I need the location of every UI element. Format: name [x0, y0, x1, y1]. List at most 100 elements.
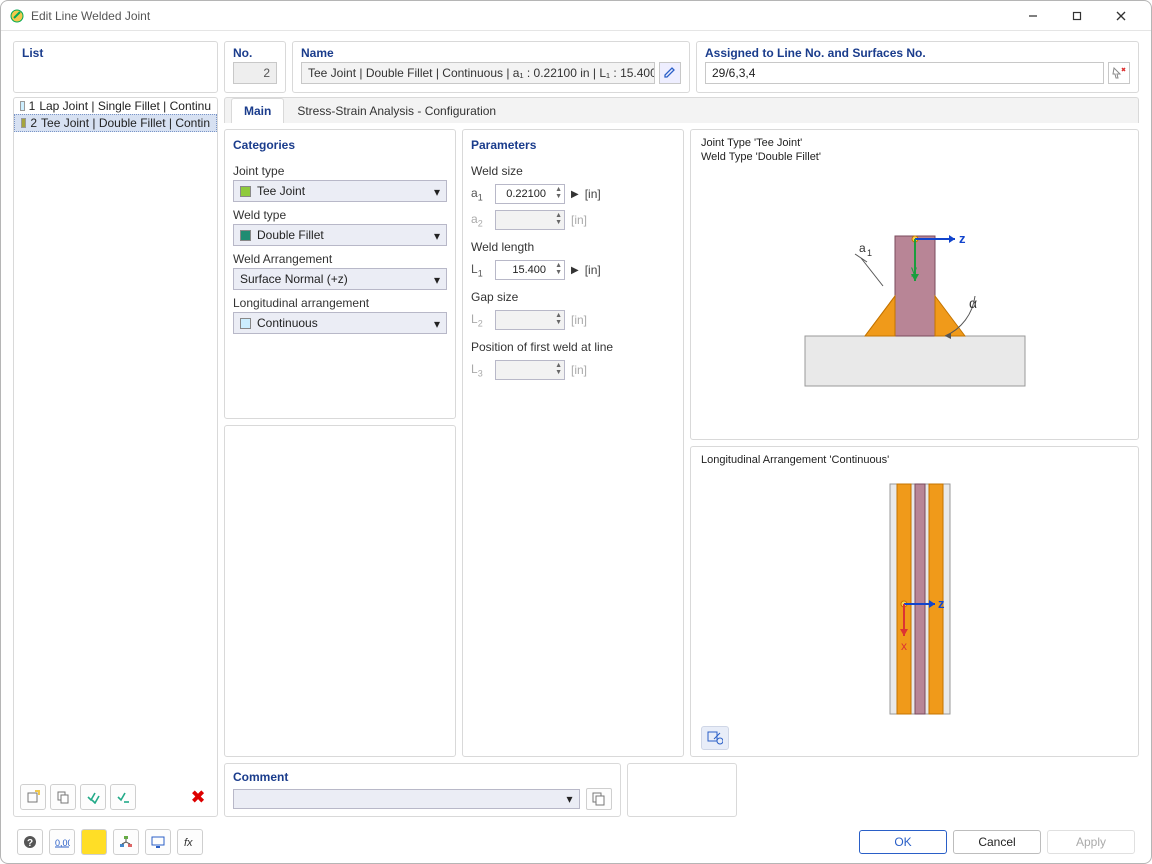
preview-settings-button[interactable] [701, 726, 729, 750]
apply-button[interactable]: Apply [1047, 830, 1135, 854]
pick-object-button[interactable] [1108, 62, 1130, 84]
cancel-button[interactable]: Cancel [953, 830, 1041, 854]
uncheck-button[interactable] [110, 784, 136, 810]
svg-text:z: z [959, 231, 966, 246]
assigned-field[interactable]: 29/6,3,4 [705, 62, 1104, 84]
weld-type-select[interactable]: Double Fillet ▾ [233, 224, 447, 246]
close-button[interactable] [1099, 2, 1143, 30]
L2-input: ▲▼ [495, 310, 565, 330]
spinner-arrows-icon: ▲▼ [555, 186, 562, 200]
list-header-label: List [14, 42, 217, 62]
delete-item-button[interactable]: ✖ [185, 784, 211, 810]
list-footer: ✖ [14, 778, 217, 816]
position-first-weld-label: Position of first weld at line [471, 340, 675, 354]
svg-text:?: ? [27, 838, 33, 849]
continuous-diagram: z x [805, 474, 1025, 724]
maximize-button[interactable] [1055, 2, 1099, 30]
spinner-arrows-icon: ▲▼ [555, 262, 562, 276]
weld-type-swatch [240, 230, 251, 241]
long-arrangement-select[interactable]: Continuous ▾ [233, 312, 447, 334]
app-icon [9, 8, 25, 24]
preview-longitudinal: Longitudinal Arrangement 'Continuous' [690, 446, 1139, 757]
no-field[interactable]: 2 [233, 62, 277, 84]
preview1-line1: Joint Type 'Tee Joint' [701, 137, 802, 149]
copy-item-button[interactable] [50, 784, 76, 810]
joint-list[interactable]: 1 Lap Joint | Single Fillet | Continu 2 … [14, 98, 217, 778]
color-button[interactable] [81, 829, 107, 855]
list-item-text: Lap Joint | Single Fillet | Continu [39, 99, 211, 113]
tab-main[interactable]: Main [231, 98, 284, 123]
dialog-footer: ? 0,00 fx OK Cancel Apply [13, 823, 1139, 855]
units-button[interactable]: 0,00 [49, 829, 75, 855]
name-panel: Name Tee Joint | Double Fillet | Continu… [292, 41, 690, 93]
list-item-text: Tee Joint | Double Fillet | Contin [41, 116, 210, 130]
svg-text:z: z [938, 596, 945, 611]
tee-joint-diagram: a1 z y [765, 196, 1065, 406]
weld-type-label: Weld type [233, 208, 447, 222]
comment-panel: Comment ▾ [224, 763, 621, 817]
unit-in: [in] [571, 313, 587, 327]
parameters-title: Parameters [471, 138, 675, 152]
unit-in: [in] [585, 187, 601, 201]
a1-input[interactable]: 0.22100▲▼ [495, 184, 565, 204]
L2-label: L2 [471, 312, 489, 328]
title-bar: Edit Line Welded Joint [1, 1, 1151, 31]
play-icon[interactable]: ▶ [571, 265, 579, 276]
weld-arrangement-select[interactable]: Surface Normal (+z) ▾ [233, 268, 447, 290]
L1-input[interactable]: 15.400▲▼ [495, 260, 565, 280]
ok-button[interactable]: OK [859, 830, 947, 854]
comment-input[interactable]: ▾ [233, 789, 580, 809]
categories-title: Categories [233, 138, 447, 152]
weld-arrangement-value: Surface Normal (+z) [240, 272, 348, 286]
chevron-down-icon: ▾ [566, 792, 572, 806]
display-button[interactable] [145, 829, 171, 855]
list-item[interactable]: 1 Lap Joint | Single Fillet | Continu [14, 98, 217, 114]
unit-in: [in] [571, 363, 587, 377]
parameters-panel: Parameters Weld size a1 0.22100▲▼ ▶ [in]… [462, 129, 684, 757]
list-item[interactable]: 2 Tee Joint | Double Fillet | Contin [14, 114, 217, 132]
chevron-down-icon: ▾ [434, 185, 440, 199]
list-item-num: 1 [29, 99, 36, 113]
play-icon[interactable]: ▶ [571, 189, 579, 200]
L1-label: L1 [471, 262, 489, 278]
check-all-button[interactable] [80, 784, 106, 810]
comment-library-button[interactable] [586, 788, 612, 810]
edit-name-button[interactable] [659, 62, 681, 84]
name-label: Name [293, 42, 689, 62]
minimize-button[interactable] [1011, 2, 1055, 30]
no-panel: No. 2 [224, 41, 286, 93]
help-button[interactable]: ? [17, 829, 43, 855]
unit-in: [in] [585, 263, 601, 277]
categories-extra-panel [224, 425, 456, 757]
name-field[interactable]: Tee Joint | Double Fillet | Continuous |… [301, 62, 655, 84]
preview1-line2: Weld Type 'Double Fillet' [701, 151, 821, 163]
svg-text:y: y [911, 263, 917, 277]
list-item-swatch [20, 101, 25, 111]
joint-type-select[interactable]: Tee Joint ▾ [233, 180, 447, 202]
weld-arrangement-label: Weld Arrangement [233, 252, 447, 266]
tree-button[interactable] [113, 829, 139, 855]
assigned-label: Assigned to Line No. and Surfaces No. [697, 42, 1138, 62]
a2-label: a2 [471, 212, 489, 228]
L3-input: ▲▼ [495, 360, 565, 380]
comment-extra-panel [627, 763, 737, 817]
svg-text:fx: fx [184, 837, 193, 849]
weld-length-label: Weld length [471, 240, 675, 254]
list-item-num: 2 [30, 116, 37, 130]
comment-label: Comment [233, 770, 612, 784]
unit-in: [in] [571, 213, 587, 227]
window-title: Edit Line Welded Joint [31, 9, 150, 23]
tabs: Main Stress-Strain Analysis - Configurat… [224, 97, 1139, 123]
a1-label: a1 [471, 186, 489, 202]
tab-stress-strain[interactable]: Stress-Strain Analysis - Configuration [284, 98, 509, 123]
preview-joint-type: Joint Type 'Tee Joint' Weld Type 'Double… [690, 129, 1139, 440]
chevron-down-icon: ▾ [434, 229, 440, 243]
dialog-window: Edit Line Welded Joint List No. 2 Name T… [0, 0, 1152, 864]
svg-text:a: a [859, 241, 866, 255]
script-button[interactable]: fx [177, 829, 203, 855]
svg-text:α: α [969, 295, 977, 311]
joint-type-value: Tee Joint [257, 184, 305, 198]
new-item-button[interactable] [20, 784, 46, 810]
a2-input: ▲▼ [495, 210, 565, 230]
no-label: No. [225, 42, 285, 62]
